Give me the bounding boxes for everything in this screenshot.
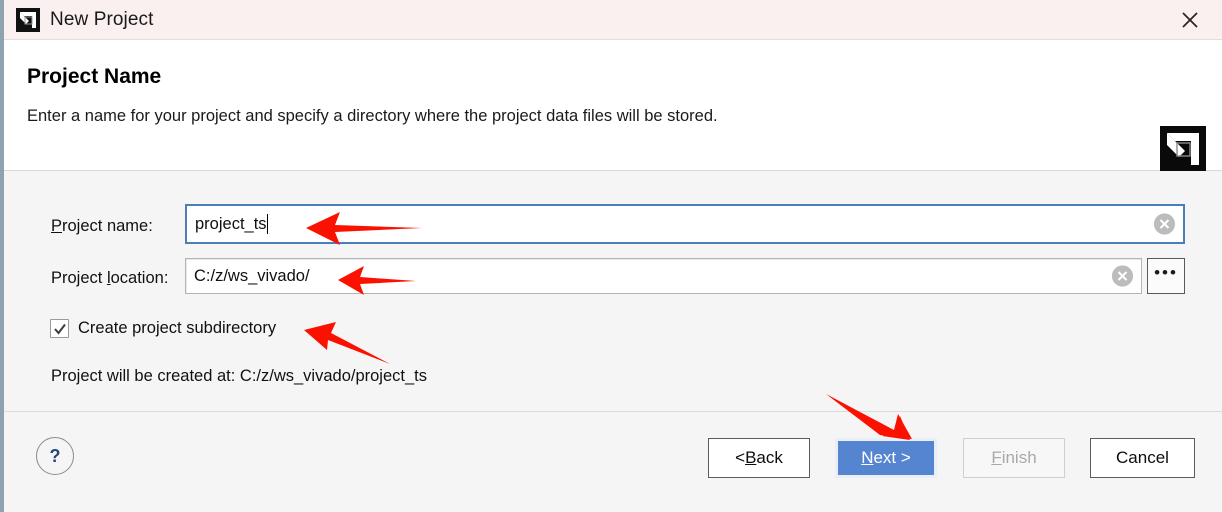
checkmark-icon[interactable] bbox=[50, 319, 69, 338]
back-button[interactable]: < Back bbox=[708, 438, 810, 478]
next-button-mnemonic: N bbox=[861, 448, 874, 467]
next-button-label: ext > bbox=[873, 448, 911, 467]
finish-button-label: inish bbox=[1001, 448, 1037, 467]
help-icon[interactable]: ? bbox=[36, 437, 74, 475]
project-name-label-text: roject name: bbox=[62, 217, 153, 235]
project-name-label: Project name: bbox=[51, 217, 153, 236]
page-title: Project Name bbox=[27, 65, 162, 88]
project-location-label: Project location: bbox=[51, 269, 168, 288]
xilinx-logo-icon bbox=[16, 8, 40, 32]
project-name-label-mnemonic: P bbox=[51, 217, 63, 235]
amd-xilinx-logo-icon bbox=[1160, 126, 1206, 172]
dialog-body: Project name: project_ts Project locatio… bbox=[4, 171, 1222, 412]
project-name-field[interactable]: project_ts bbox=[185, 204, 1185, 244]
window-title: New Project bbox=[50, 9, 154, 30]
cancel-button[interactable]: Cancel bbox=[1090, 438, 1195, 478]
page-description: Enter a name for your project and specif… bbox=[27, 107, 718, 125]
project-location-value: C:/z/ws_vivado/ bbox=[194, 266, 310, 285]
back-button-label: ack bbox=[756, 448, 783, 467]
text-caret bbox=[266, 214, 269, 234]
finish-button-mnemonic: F bbox=[991, 448, 1002, 467]
title-bar: New Project bbox=[4, 0, 1222, 40]
project-name-value: project_ts bbox=[195, 214, 267, 233]
new-project-dialog: New Project Project Name Enter a name fo… bbox=[0, 0, 1222, 512]
browse-ellipsis-button[interactable]: ••• bbox=[1147, 258, 1185, 294]
back-button-prefix: < bbox=[735, 448, 746, 467]
project-location-label-text-b: ocation: bbox=[110, 269, 169, 287]
close-icon[interactable] bbox=[1168, 4, 1212, 36]
next-button[interactable]: Next > bbox=[835, 438, 937, 478]
project-location-label-text-a: Project bbox=[51, 269, 107, 287]
create-subdirectory-label: Create project subdirectory bbox=[78, 319, 277, 337]
clear-circle-icon[interactable] bbox=[1112, 265, 1133, 287]
create-subdirectory-checkbox[interactable]: Create project subdirectory bbox=[50, 319, 276, 338]
dialog-footer: ? < Back Next > Finish Cancel CSDN @weif… bbox=[4, 412, 1222, 512]
back-button-mnemonic: B bbox=[745, 448, 757, 467]
finish-button: Finish bbox=[963, 438, 1065, 478]
dialog-header: Project Name Enter a name for your proje… bbox=[4, 40, 1222, 172]
cancel-button-label: Cancel bbox=[1116, 448, 1169, 467]
project-location-field[interactable]: C:/z/ws_vivado/ bbox=[185, 258, 1142, 294]
clear-circle-icon[interactable] bbox=[1154, 213, 1175, 235]
project-path-status: Project will be created at: C:/z/ws_viva… bbox=[51, 367, 427, 385]
